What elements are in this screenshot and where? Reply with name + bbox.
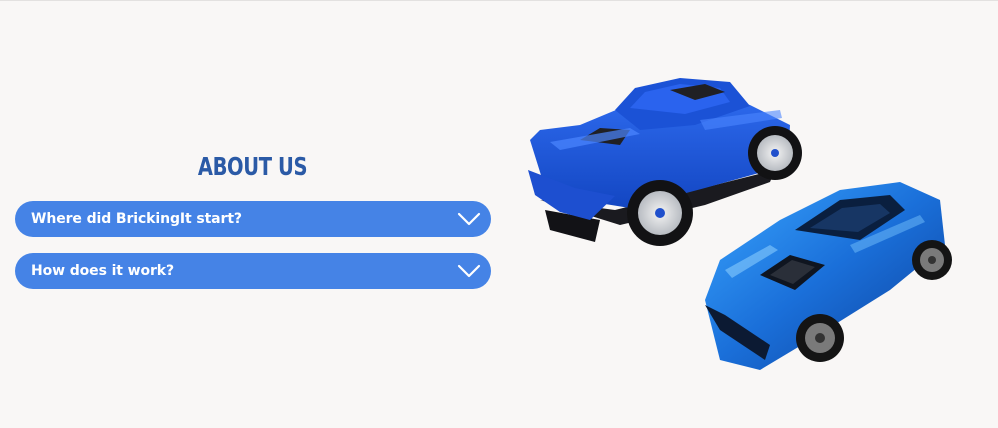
die-cast-car xyxy=(705,182,952,370)
lego-wheel-rear xyxy=(748,126,802,180)
die-cast-wheel-rear xyxy=(912,240,952,280)
hero-cars-image xyxy=(528,78,952,370)
lego-car xyxy=(528,78,802,246)
faq-item-how-it-works[interactable]: How does it work? xyxy=(15,253,491,289)
faq-item-where-start[interactable]: Where did BrickingIt start? xyxy=(15,201,491,237)
faq-question: How does it work? xyxy=(31,263,175,279)
about-title: ABOUT US xyxy=(197,152,308,181)
faq-question: Where did BrickingIt start? xyxy=(31,211,242,227)
lego-wheel-front xyxy=(627,180,693,246)
top-divider xyxy=(0,0,998,1)
chevron-down-icon xyxy=(457,212,481,226)
chevron-down-icon xyxy=(457,264,481,278)
die-cast-wheel-front xyxy=(796,314,844,362)
